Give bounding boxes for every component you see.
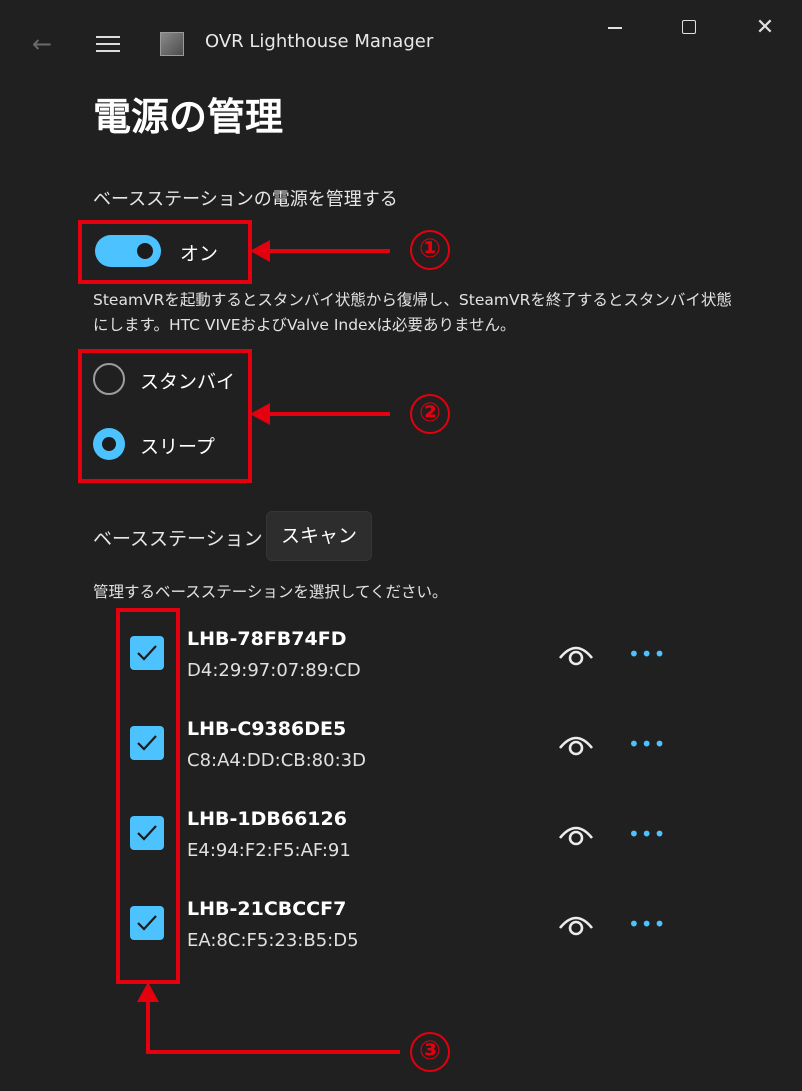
annotation-arrow-1: [262, 249, 390, 253]
eye-icon[interactable]: [556, 730, 596, 760]
eye-icon[interactable]: [556, 820, 596, 850]
station-name: LHB-C9386DE5: [187, 718, 347, 740]
annotation-arrowhead-2: [250, 403, 270, 425]
station-mac: EA:8C:F5:23:B5:D5: [187, 930, 359, 951]
eye-icon[interactable]: [556, 640, 596, 670]
annotation-number-1: ①: [410, 230, 450, 270]
station-mac: D4:29:97:07:89:CD: [187, 660, 361, 681]
annotation-arrowhead-3: [137, 982, 159, 1002]
annotation-number-2: ②: [410, 394, 450, 434]
page-title: 電源の管理: [93, 95, 284, 139]
power-description: SteamVRを起動するとスタンバイ状態から復帰し、SteamVRを終了するとス…: [93, 291, 732, 334]
close-icon[interactable]: ✕: [742, 10, 788, 46]
eye-icon[interactable]: [556, 910, 596, 940]
station-mac: E4:94:F2:F5:AF:91: [187, 840, 351, 861]
base-stations-label: ベースステーション: [93, 528, 263, 550]
station-name: LHB-21CBCCF7: [187, 898, 347, 920]
hamburger-menu-icon[interactable]: [90, 28, 126, 60]
title-bar: ← OVR Lighthouse Manager ✕: [0, 0, 802, 80]
power-section-label: ベースステーションの電源を管理する: [93, 189, 398, 210]
scan-button[interactable]: スキャン: [266, 511, 372, 561]
more-options-icon[interactable]: •••: [628, 734, 665, 754]
annotation-box-3: [116, 608, 180, 984]
annotation-box-1: [78, 220, 252, 284]
annotation-arrow-3-horizontal: [146, 1050, 400, 1054]
annotation-number-3: ③: [410, 1032, 450, 1072]
app-icon: [160, 32, 184, 56]
select-hint: 管理するベースステーションを選択してください。: [93, 583, 448, 601]
more-options-icon[interactable]: •••: [628, 824, 665, 844]
more-options-icon[interactable]: •••: [628, 914, 665, 934]
back-arrow-icon[interactable]: ←: [24, 28, 60, 60]
minimize-icon[interactable]: [592, 10, 638, 46]
maximize-icon[interactable]: [666, 10, 712, 46]
window-title: OVR Lighthouse Manager: [205, 31, 434, 52]
station-name: LHB-1DB66126: [187, 808, 347, 830]
annotation-arrow-2: [262, 412, 390, 416]
annotation-box-2: [78, 349, 252, 483]
station-name: LHB-78FB74FD: [187, 628, 347, 650]
annotation-arrowhead-1: [250, 240, 270, 262]
station-mac: C8:A4:DD:CB:80:3D: [187, 750, 366, 771]
more-options-icon[interactable]: •••: [628, 644, 665, 664]
